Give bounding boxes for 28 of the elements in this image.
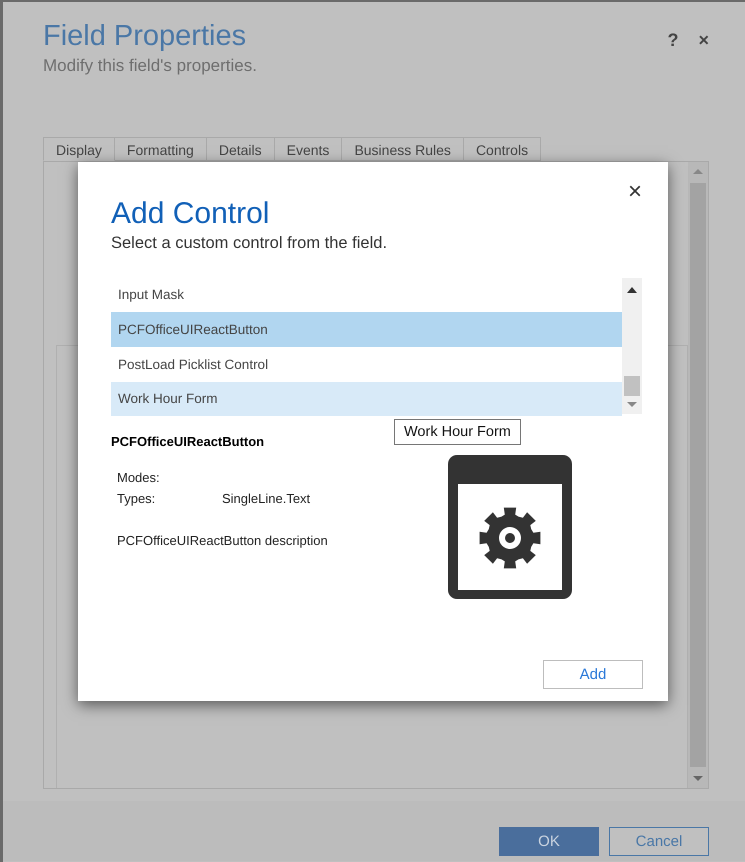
control-name: PCFOfficeUIReactButton xyxy=(111,434,266,449)
device-gear-icon xyxy=(448,455,572,599)
tab[interactable]: Display xyxy=(43,137,115,161)
control-list-item[interactable]: PCFOfficeUIReactButton xyxy=(111,312,622,347)
close-button[interactable]: × xyxy=(628,180,642,204)
tooltip: Work Hour Form xyxy=(394,419,521,445)
tab[interactable]: Events xyxy=(274,137,342,161)
tab[interactable]: Controls xyxy=(464,137,542,161)
control-list-item[interactable]: Input Mask xyxy=(111,278,622,312)
tab[interactable]: Business Rules xyxy=(342,137,464,161)
field-label: Modes: xyxy=(117,470,161,485)
close-button[interactable]: × xyxy=(698,30,709,50)
scrollbar[interactable] xyxy=(622,278,642,414)
field-label: Types: xyxy=(117,491,156,506)
control-list-item[interactable]: Work Hour Form xyxy=(111,382,622,416)
dialog-title: Field Properties xyxy=(43,19,248,54)
control-description: PCFOfficeUIReactButton description xyxy=(116,533,329,548)
tab[interactable]: Details xyxy=(206,137,275,161)
dialog-subtitle: Modify this field's properties. xyxy=(43,56,257,76)
add-button[interactable]: Add xyxy=(543,660,643,689)
modal-subtitle: Select a custom control from the field. xyxy=(111,234,388,253)
control-list-item[interactable]: PostLoad Picklist Control xyxy=(111,347,622,382)
help-button[interactable]: ? xyxy=(667,30,678,50)
modal-title: Add Control xyxy=(111,196,270,232)
tab[interactable]: Formatting xyxy=(114,137,207,161)
field-value: SingleLine.Text xyxy=(222,491,312,506)
ok-button[interactable]: OK xyxy=(499,827,599,856)
scrollbar[interactable] xyxy=(688,162,708,788)
